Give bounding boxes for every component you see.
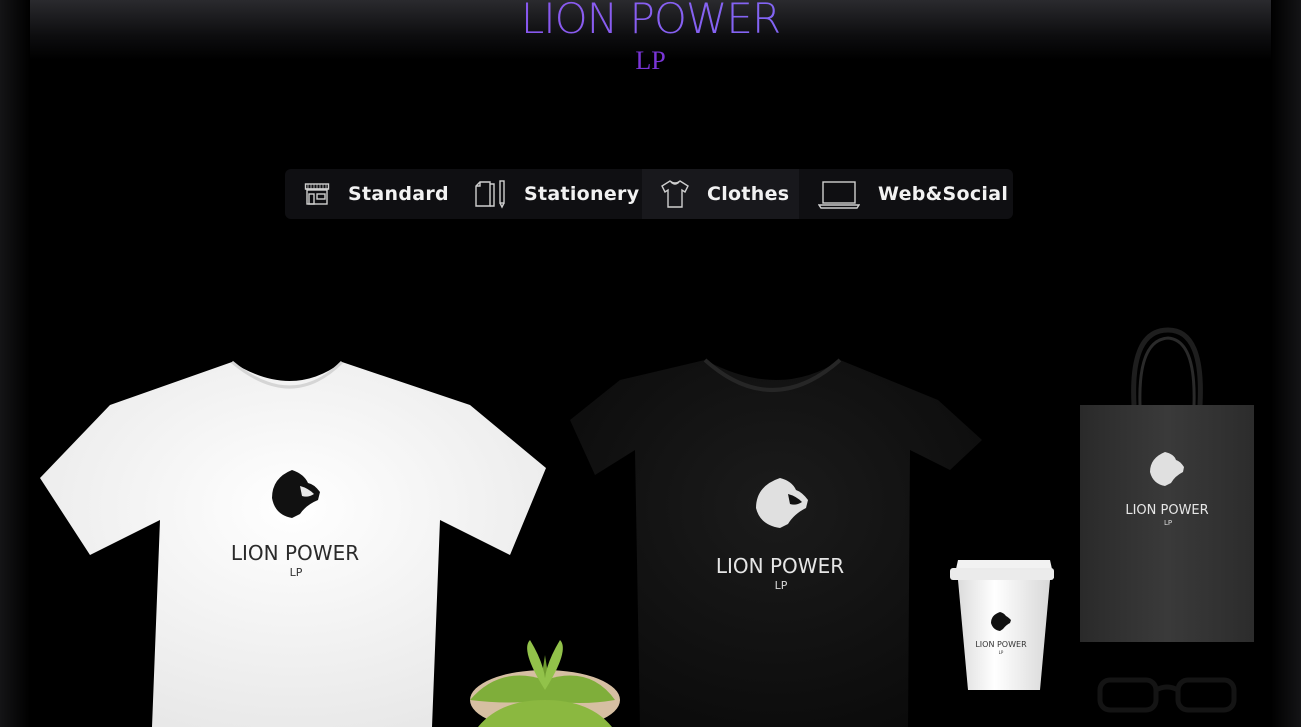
left-vignette bbox=[0, 0, 30, 727]
tab-clothes-label: Clothes bbox=[707, 183, 790, 205]
black-tshirt-mockup: LION POWER LP bbox=[570, 358, 982, 727]
bag-brand-title: LION POWER bbox=[1125, 503, 1208, 518]
black-tshirt-brand-title: LION POWER bbox=[716, 554, 844, 578]
cup-brand-title: LION POWER bbox=[975, 640, 1027, 649]
tshirt-icon bbox=[660, 179, 690, 209]
cup-lion-logo-icon bbox=[991, 612, 1011, 631]
storefront-icon bbox=[304, 181, 330, 207]
white-tshirt-brand-title: LION POWER bbox=[231, 541, 359, 565]
black-tshirt-lion-logo-icon bbox=[756, 478, 808, 528]
white-tshirt-brand-subtitle: LP bbox=[290, 566, 303, 579]
white-tshirt-mockup: LION POWER LP bbox=[40, 360, 546, 727]
paper-bag-mockup: LION POWER LP bbox=[1080, 327, 1254, 642]
right-vignette bbox=[1271, 0, 1301, 727]
category-tabs: Standard Stationery Clothes Web&Social bbox=[285, 169, 1013, 219]
eyeglasses-decoration bbox=[1097, 677, 1237, 713]
brand-subtitle: LP bbox=[635, 46, 666, 75]
merchandise-mockup-scene: LION POWER LP LION POWER LP LION POWER L… bbox=[40, 327, 1254, 727]
laptop-icon bbox=[818, 179, 860, 209]
black-tshirt-brand-subtitle: LP bbox=[775, 579, 788, 592]
bag-lion-logo-icon bbox=[1150, 452, 1184, 486]
tab-clothes[interactable]: Clothes bbox=[642, 169, 799, 219]
tab-standard[interactable]: Standard bbox=[285, 169, 453, 219]
stationery-icon bbox=[474, 179, 508, 209]
cup-brand-subtitle: LP bbox=[999, 650, 1004, 655]
coffee-cup-mockup: LION POWER LP bbox=[950, 560, 1054, 690]
brand-title: LION POWER bbox=[0, 0, 1301, 43]
white-tshirt-lion-logo-icon bbox=[272, 470, 320, 518]
tab-stationery[interactable]: Stationery bbox=[453, 169, 642, 219]
tab-standard-label: Standard bbox=[348, 183, 449, 205]
tab-stationery-label: Stationery bbox=[524, 183, 640, 205]
bag-brand-subtitle: LP bbox=[1164, 519, 1172, 527]
tab-web-social-label: Web&Social bbox=[878, 183, 1009, 205]
potted-plant-decoration bbox=[470, 640, 620, 727]
tab-web-social[interactable]: Web&Social bbox=[799, 169, 1013, 219]
